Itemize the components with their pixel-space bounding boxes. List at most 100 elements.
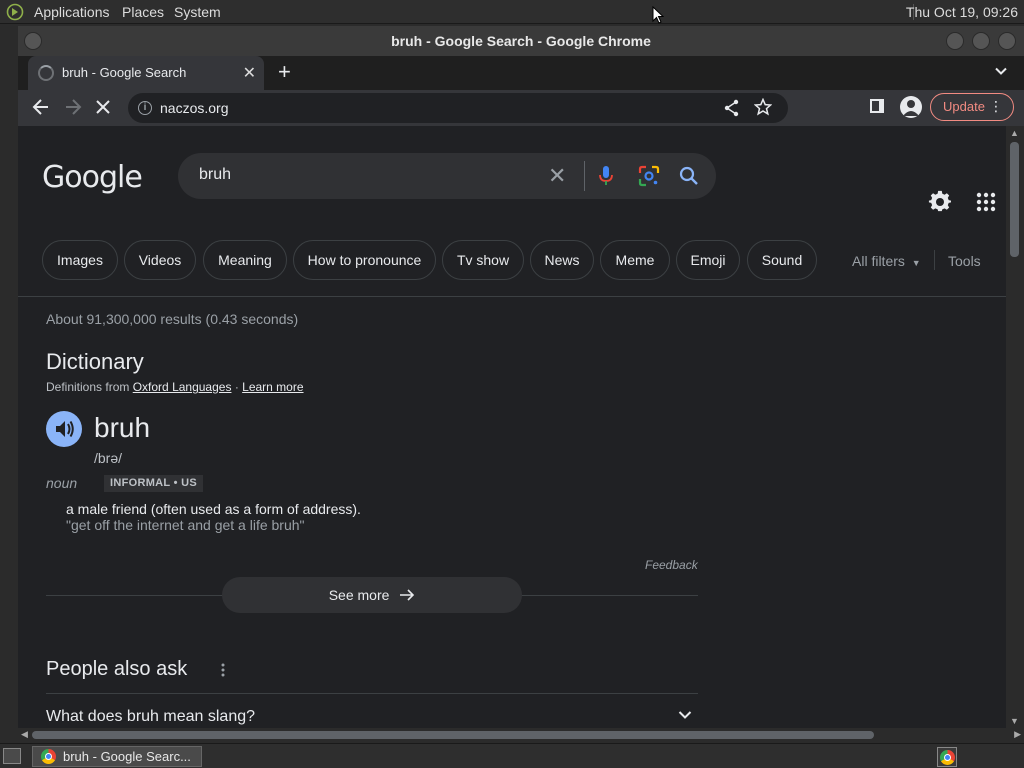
update-button[interactable]: Update ⋮ — [930, 93, 1014, 121]
vertical-scroll-thumb[interactable] — [1010, 142, 1019, 257]
paa-divider — [46, 693, 698, 694]
minimize-button[interactable] — [946, 32, 964, 50]
tab-close-icon[interactable]: ✕ — [243, 63, 256, 83]
scroll-left-icon[interactable]: ◀ — [21, 729, 28, 740]
oxford-languages-link[interactable]: Oxford Languages — [133, 380, 232, 394]
horizontal-scrollbar[interactable]: ◀ ▶ — [18, 728, 1024, 742]
scroll-up-icon[interactable]: ▲ — [1010, 128, 1019, 138]
google-logo[interactable]: Google — [42, 160, 143, 195]
see-more-label: See more — [328, 587, 390, 603]
part-of-speech: noun — [46, 475, 78, 491]
source-prefix: Definitions from — [46, 380, 130, 394]
pronunciation-speaker-button[interactable] — [46, 411, 82, 447]
tab-label: bruh - Google Search — [62, 65, 187, 80]
page-content: Google bruh ✕ Images Videos Meaning How … — [18, 126, 1006, 728]
chip-videos[interactable]: Videos — [124, 240, 196, 280]
example-sentence: "get off the internet and get a life bru… — [66, 517, 305, 533]
settings-gear-icon[interactable] — [928, 190, 952, 214]
taskbar-item-chrome[interactable]: bruh - Google Searc... — [32, 746, 202, 767]
browser-toolbar: i naczos.org Update ⋮ — [18, 90, 1024, 126]
vertical-scrollbar[interactable]: ▲ ▼ — [1006, 126, 1024, 728]
show-desktop-icon[interactable] — [3, 748, 21, 764]
phonetic-spelling: /brə/ — [94, 450, 123, 466]
window-title: bruh - Google Search - Google Chrome — [391, 33, 651, 49]
scroll-right-icon[interactable]: ▶ — [1014, 729, 1021, 740]
update-label: Update — [943, 99, 985, 114]
tab-strip: bruh - Google Search ✕ + — [18, 56, 1024, 90]
loading-spinner-icon — [38, 65, 54, 81]
chip-tv-show[interactable]: Tv show — [442, 240, 524, 280]
chip-meaning[interactable]: Meaning — [203, 240, 287, 280]
speaker-icon — [56, 420, 74, 438]
microphone-icon[interactable] — [598, 165, 614, 187]
caret-down-icon: ▼ — [911, 258, 921, 268]
maximize-button[interactable] — [972, 32, 990, 50]
chip-emoji[interactable]: Emoji — [676, 240, 740, 280]
chip-meme[interactable]: Meme — [600, 240, 670, 280]
new-tab-button[interactable]: + — [278, 59, 291, 85]
address-bar[interactable]: i naczos.org — [128, 93, 788, 123]
system-logo-icon[interactable] — [6, 3, 24, 21]
search-box-divider — [584, 161, 585, 191]
search-magnifier-icon[interactable] — [678, 165, 700, 187]
header-divider — [18, 296, 1006, 297]
mouse-cursor-icon — [652, 6, 664, 24]
tab-active[interactable]: bruh - Google Search ✕ — [28, 56, 264, 90]
search-input[interactable]: bruh — [199, 166, 231, 184]
system-menu[interactable]: System — [174, 4, 221, 20]
dictionary-title: Dictionary — [46, 349, 144, 374]
all-filters-button[interactable]: All filters ▼ — [852, 253, 921, 269]
result-stats: About 91,300,000 results (0.43 seconds) — [46, 311, 299, 327]
window-title-bar[interactable]: bruh - Google Search - Google Chrome — [18, 26, 1024, 56]
tray-chrome-button[interactable] — [937, 747, 957, 767]
chrome-icon — [940, 750, 955, 765]
places-menu[interactable]: Places — [122, 4, 164, 20]
close-window-button[interactable] — [998, 32, 1016, 50]
chrome-menu-icon[interactable]: ⋮ — [989, 98, 1003, 115]
profile-avatar-icon[interactable] — [900, 96, 922, 118]
scroll-down-icon[interactable]: ▼ — [1010, 716, 1019, 726]
clear-search-icon[interactable]: ✕ — [548, 163, 566, 189]
people-also-ask-title: People also ask — [46, 658, 188, 680]
taskbar-item-label: bruh - Google Searc... — [63, 749, 191, 764]
back-arrow-icon[interactable] — [32, 96, 50, 118]
filters-divider — [934, 250, 935, 270]
bottom-taskbar: bruh - Google Searc... — [0, 743, 1024, 768]
more-options-icon[interactable] — [220, 663, 226, 677]
headword: bruh — [94, 412, 151, 443]
forward-arrow-icon[interactable] — [64, 96, 82, 118]
google-apps-grid-icon[interactable] — [976, 192, 996, 212]
see-more-button[interactable]: See more — [222, 577, 522, 613]
feedback-link[interactable]: Feedback — [645, 558, 698, 572]
applications-menu[interactable]: Applications — [34, 4, 110, 20]
google-lens-icon[interactable] — [638, 165, 660, 187]
tools-button[interactable]: Tools — [948, 253, 981, 269]
side-panel-icon[interactable] — [870, 99, 884, 113]
horizontal-scroll-thumb[interactable] — [32, 731, 874, 739]
all-filters-label: All filters — [852, 253, 905, 269]
chip-how-to-pronounce[interactable]: How to pronounce — [293, 240, 436, 280]
window-menu-button[interactable] — [24, 32, 42, 50]
chrome-icon — [41, 749, 56, 764]
arrow-right-icon — [400, 589, 415, 601]
site-info-icon[interactable]: i — [138, 101, 152, 115]
source-separator: · — [234, 380, 239, 394]
learn-more-link[interactable]: Learn more — [242, 380, 303, 394]
chip-sound[interactable]: Sound — [747, 240, 817, 280]
clock[interactable]: Thu Oct 19, 09:26 — [906, 4, 1018, 20]
dictionary-source: Definitions from Oxford Languages · Lear… — [46, 380, 304, 394]
chevron-down-icon[interactable] — [678, 710, 692, 720]
share-icon[interactable] — [724, 99, 740, 117]
tab-search-chevron-icon[interactable] — [994, 64, 1008, 78]
top-panel: Applications Places System Thu Oct 19, 0… — [0, 0, 1024, 24]
url-text[interactable]: naczos.org — [160, 100, 228, 116]
paa-question[interactable]: What does bruh mean slang? — [46, 708, 255, 726]
chip-news[interactable]: News — [530, 240, 594, 280]
register-badge: INFORMAL • US — [104, 475, 203, 492]
definition-text: a male friend (often used as a form of a… — [66, 501, 361, 517]
stop-loading-icon[interactable] — [95, 99, 111, 115]
chip-images[interactable]: Images — [42, 240, 118, 280]
search-box[interactable]: bruh ✕ — [178, 153, 716, 199]
browser-window: bruh - Google Search - Google Chrome bru… — [18, 26, 1024, 742]
bookmark-star-icon[interactable] — [754, 98, 772, 116]
